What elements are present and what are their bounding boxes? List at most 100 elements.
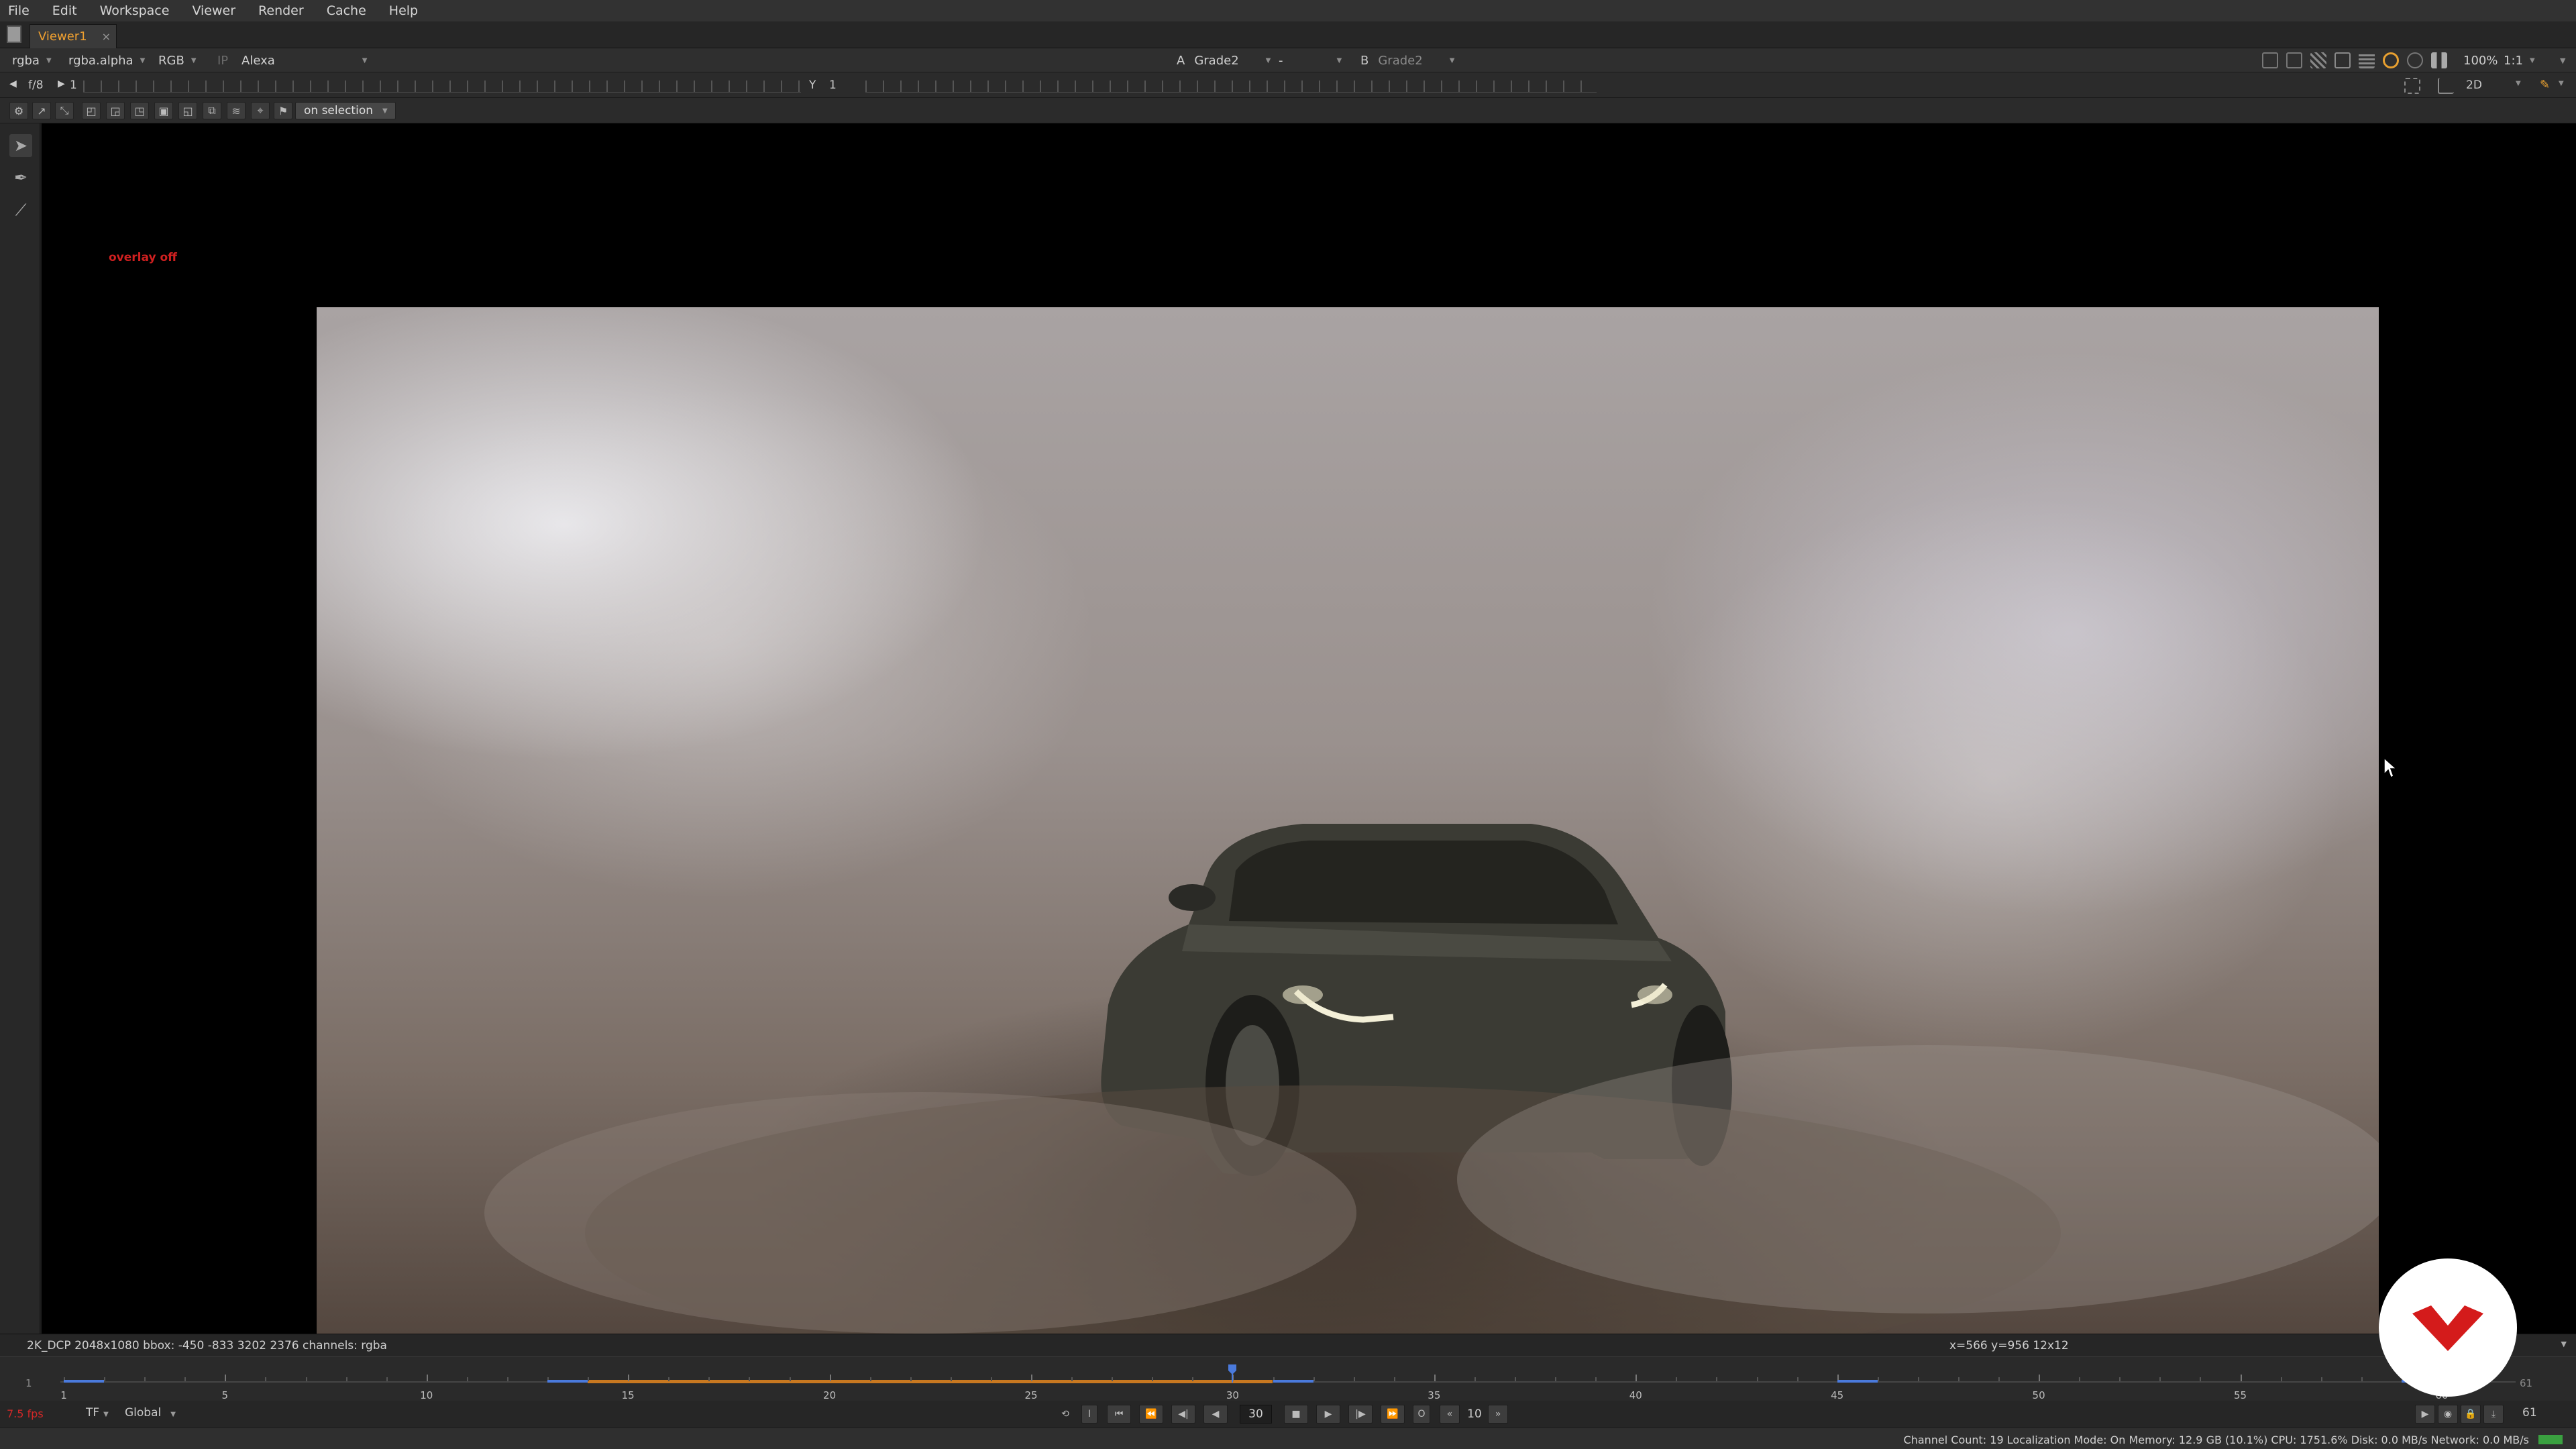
menu-file[interactable]: File bbox=[8, 3, 30, 18]
arrow-left-icon[interactable]: ◀ bbox=[9, 78, 17, 89]
timeline-tick bbox=[2039, 1375, 2041, 1381]
layer-value: rgba bbox=[12, 53, 40, 68]
export-icon[interactable]: ⤓ bbox=[2483, 1405, 2504, 1424]
next-frame-icon[interactable]: |▶ bbox=[1348, 1405, 1373, 1424]
display-channels-dropdown[interactable]: RGB ▼ bbox=[154, 51, 197, 70]
link-icon[interactable]: ↗ bbox=[32, 102, 51, 119]
current-frame-field[interactable]: 30 bbox=[1240, 1405, 1272, 1424]
menu-workspace[interactable]: Workspace bbox=[100, 3, 170, 18]
viewer-canvas[interactable]: overlay off bbox=[42, 123, 2576, 1394]
increment-field[interactable]: 10 bbox=[1461, 1405, 1488, 1424]
paint-brush-icon[interactable]: ✎ bbox=[2540, 78, 2550, 92]
chevron-down-icon[interactable]: ▼ bbox=[2559, 80, 2564, 87]
pane-menu-icon[interactable] bbox=[7, 25, 21, 43]
compare-mode-dropdown[interactable]: - ▼ bbox=[1275, 51, 1342, 70]
overflow-chevron-icon[interactable]: ▼ bbox=[2556, 51, 2565, 70]
timeline-end[interactable]: 61 bbox=[2520, 1377, 2532, 1389]
motion-icon[interactable]: ≋ bbox=[227, 102, 246, 119]
timeline-label: 20 bbox=[823, 1389, 837, 1401]
pause-icon[interactable] bbox=[2431, 52, 2447, 68]
list-icon[interactable] bbox=[2359, 52, 2375, 68]
select-curves-icon[interactable]: ◲ bbox=[106, 102, 125, 119]
chevron-down-icon[interactable]: ▼ bbox=[2516, 80, 2521, 87]
timeline-tick bbox=[950, 1377, 952, 1381]
proxy-ratio-dropdown[interactable]: 1:1 ▼ bbox=[2500, 51, 2535, 70]
feather-icon[interactable]: ◱ bbox=[178, 102, 197, 119]
fstop-value[interactable]: f/8 bbox=[28, 78, 44, 92]
timeline-tick bbox=[2240, 1375, 2242, 1381]
flipbook-icon[interactable]: ▶ bbox=[2415, 1405, 2435, 1424]
input-a-dropdown[interactable]: A Grade2 ▼ bbox=[1173, 51, 1271, 70]
alpha-dropdown[interactable]: rgba.alpha ▼ bbox=[64, 51, 145, 70]
loop-mode-icon[interactable]: ⟲ bbox=[1053, 1405, 1077, 1424]
out-point-icon[interactable]: O bbox=[1413, 1405, 1430, 1424]
prev-keyframe-icon[interactable]: ⏪ bbox=[1139, 1405, 1163, 1424]
lock-icon[interactable]: 🔒 bbox=[2461, 1405, 2481, 1424]
settings-icon[interactable] bbox=[2407, 52, 2423, 68]
arrow-right-icon[interactable]: ▶ bbox=[58, 78, 65, 89]
tracking-icon[interactable]: ⌖ bbox=[251, 102, 270, 119]
timeline-tick bbox=[2159, 1377, 2161, 1381]
select-points-icon[interactable]: ◰ bbox=[82, 102, 101, 119]
skip-back-increment-icon[interactable]: « bbox=[1440, 1405, 1460, 1424]
chevron-down-icon[interactable]: ▼ bbox=[2561, 1340, 2567, 1348]
gamma-value[interactable]: 1 bbox=[829, 78, 837, 92]
view-mode-dropdown[interactable]: 2D bbox=[2466, 78, 2482, 92]
selection-mode-dropdown[interactable]: on selection ▼ bbox=[295, 102, 396, 119]
gain-value[interactable]: 1 bbox=[70, 78, 77, 92]
timeline-tick bbox=[1313, 1377, 1315, 1381]
end-frame-value[interactable]: 61 bbox=[2522, 1406, 2537, 1419]
curve-tool-icon[interactable]: ⟋ bbox=[9, 199, 32, 221]
timeline-tick bbox=[829, 1375, 831, 1381]
menu-viewer[interactable]: Viewer bbox=[192, 3, 235, 18]
play-forward-icon[interactable]: ▶ bbox=[1316, 1405, 1340, 1424]
stop-icon[interactable]: ■ bbox=[1284, 1405, 1308, 1424]
timeline-start[interactable]: 1 bbox=[25, 1377, 32, 1389]
refresh-icon[interactable] bbox=[2383, 52, 2399, 68]
gamma-slider[interactable] bbox=[865, 80, 1597, 93]
timeline-tick bbox=[1756, 1377, 1758, 1381]
viewer-lut-dropdown[interactable]: Alexa ▼ bbox=[237, 51, 367, 70]
split-icon[interactable]: ⧉ bbox=[203, 102, 221, 119]
playhead-marker[interactable] bbox=[1228, 1364, 1237, 1383]
skip-forward-increment-icon[interactable]: » bbox=[1488, 1405, 1508, 1424]
input-b-value: Grade2 bbox=[1378, 53, 1423, 68]
tab-viewer1[interactable]: Viewer1 × bbox=[30, 24, 117, 48]
render-icon[interactable]: ◉ bbox=[2438, 1405, 2458, 1424]
pen-tool-icon[interactable]: ✒ bbox=[9, 166, 32, 189]
prev-frame-icon[interactable]: ◀| bbox=[1171, 1405, 1195, 1424]
select-arrow-icon[interactable]: ➤ bbox=[9, 134, 32, 157]
gain-slider[interactable] bbox=[83, 80, 801, 93]
snap-icon[interactable]: ⤡ bbox=[55, 102, 74, 119]
monitor-out-icon[interactable] bbox=[2334, 52, 2351, 68]
go-to-start-icon[interactable]: ⏮ bbox=[1107, 1405, 1131, 1424]
input-b-letter: B bbox=[1360, 53, 1369, 68]
select-all-icon[interactable]: ▣ bbox=[154, 102, 173, 119]
zoom-dropdown[interactable]: 100% bbox=[2459, 51, 2498, 70]
menu-help[interactable]: Help bbox=[389, 3, 418, 18]
menu-render[interactable]: Render bbox=[258, 3, 304, 18]
close-icon[interactable]: × bbox=[102, 30, 111, 43]
label-icon[interactable]: ⚑ bbox=[274, 102, 292, 119]
frame-range-scope-dropdown[interactable]: Global ▼ bbox=[125, 1406, 176, 1419]
resource-status-text: Channel Count: 19 Localization Mode: On … bbox=[1903, 1434, 2529, 1446]
next-keyframe-icon[interactable]: ⏩ bbox=[1381, 1405, 1405, 1424]
gear-icon[interactable]: ⚙ bbox=[9, 102, 28, 119]
timeline-label: 1 bbox=[60, 1389, 67, 1401]
input-b-dropdown[interactable]: B Grade2 ▼ bbox=[1356, 51, 1454, 70]
menu-edit[interactable]: Edit bbox=[52, 3, 77, 18]
play-backward-icon[interactable]: ◀ bbox=[1203, 1405, 1228, 1424]
safe-area-icon[interactable] bbox=[2286, 52, 2302, 68]
in-out-icon[interactable]: I bbox=[1081, 1405, 1097, 1424]
viewer-frame-bar: ◀ f/8 ▶ 1 Y 1 2D ▼ ✎ ▼ bbox=[0, 72, 2576, 98]
roi-icon[interactable] bbox=[2262, 52, 2278, 68]
menu-cache[interactable]: Cache bbox=[327, 3, 366, 18]
checkerboard-icon[interactable] bbox=[2310, 52, 2326, 68]
time-format-dropdown[interactable]: TF ▼ bbox=[86, 1406, 109, 1419]
region-select-icon[interactable] bbox=[2404, 78, 2420, 94]
select-shapes-icon[interactable]: ◳ bbox=[130, 102, 149, 119]
transform-icon[interactable] bbox=[2438, 78, 2454, 94]
timeline-tick bbox=[1353, 1377, 1355, 1381]
input-process-toggle[interactable]: IP bbox=[213, 51, 228, 70]
layer-dropdown[interactable]: rgba ▼ bbox=[8, 51, 52, 70]
